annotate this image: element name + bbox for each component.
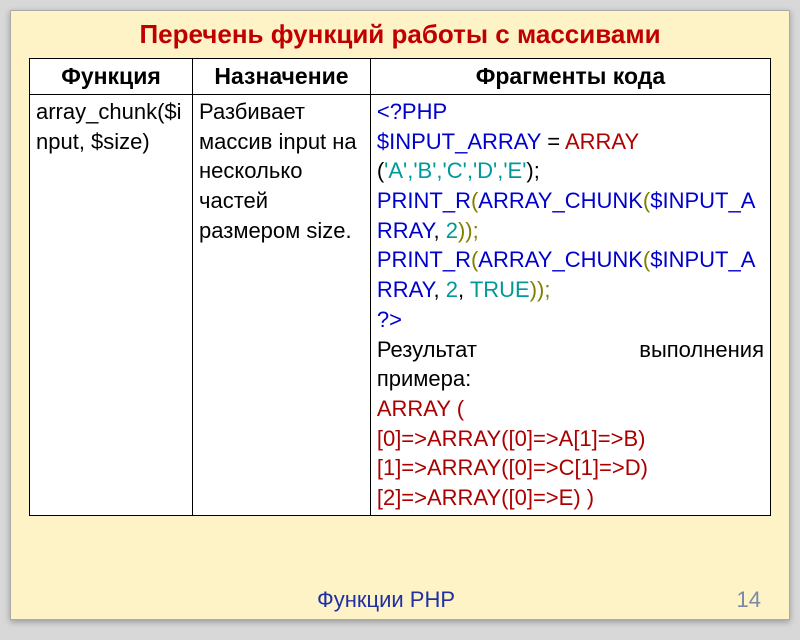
code-token: 'A','B','C','D','E': [384, 158, 526, 183]
code-token: $INPUT_ARRAY: [377, 129, 541, 154]
code-block: <?PHP $INPUT_ARRAY = ARRAY ( 'A','B','C',…: [377, 97, 764, 513]
code-token: ARRAY: [565, 129, 639, 154]
slide-title: Перечень функций работы с массивами: [29, 19, 771, 50]
table-header-row: Функция Назначение Фрагменты кода: [30, 59, 771, 95]
code-token: ARRAY_CHUNK: [478, 247, 643, 272]
result-label: Результат выполнения: [377, 335, 764, 365]
result-line: ARRAY (: [377, 396, 464, 421]
result-line: [2]=>ARRAY([0]=>E) ): [377, 485, 594, 510]
code-token: ARRAY_CHUNK: [478, 188, 643, 213]
code-token: );: [526, 158, 539, 183]
code-token: PRINT_R: [377, 188, 471, 213]
cell-function: array_chunk($input, $size): [30, 95, 193, 516]
code-token: PRINT_R: [377, 247, 471, 272]
code-token: =: [541, 129, 565, 154]
footer-text: Функции PHP: [317, 587, 455, 613]
col-header-code: Фрагменты кода: [370, 59, 770, 95]
col-header-function: Функция: [30, 59, 193, 95]
php-open: <?PHP: [377, 99, 447, 124]
code-token: ,: [458, 277, 470, 302]
result-line: [0]=>ARRAY([0]=>A[1]=>B): [377, 426, 646, 451]
code-token: 2: [446, 218, 458, 243]
code-token: ));: [458, 218, 479, 243]
code-token: TRUE: [470, 277, 530, 302]
col-header-purpose: Назначение: [193, 59, 371, 95]
result-label-part: выполнения: [639, 335, 764, 365]
page-number: 14: [737, 587, 761, 613]
code-token: 2: [446, 277, 458, 302]
result-label-part: Результат: [377, 335, 477, 365]
code-token: ,: [434, 277, 446, 302]
slide-footer: Функции PHP 14: [11, 587, 789, 613]
cell-code: <?PHP $INPUT_ARRAY = ARRAY ( 'A','B','C',…: [370, 95, 770, 516]
code-token: ));: [530, 277, 551, 302]
result-label-part: примера:: [377, 366, 471, 391]
slide: Перечень функций работы с массивами Функ…: [10, 10, 790, 620]
php-close: ?>: [377, 307, 402, 332]
result-line: [1]=>ARRAY([0]=>C[1]=>D): [377, 455, 648, 480]
functions-table: Функция Назначение Фрагменты кода array_…: [29, 58, 771, 516]
table-row: array_chunk($input, $size) Разбивает мас…: [30, 95, 771, 516]
cell-purpose: Разбивает массив input на несколько част…: [193, 95, 371, 516]
code-token: ,: [434, 218, 446, 243]
